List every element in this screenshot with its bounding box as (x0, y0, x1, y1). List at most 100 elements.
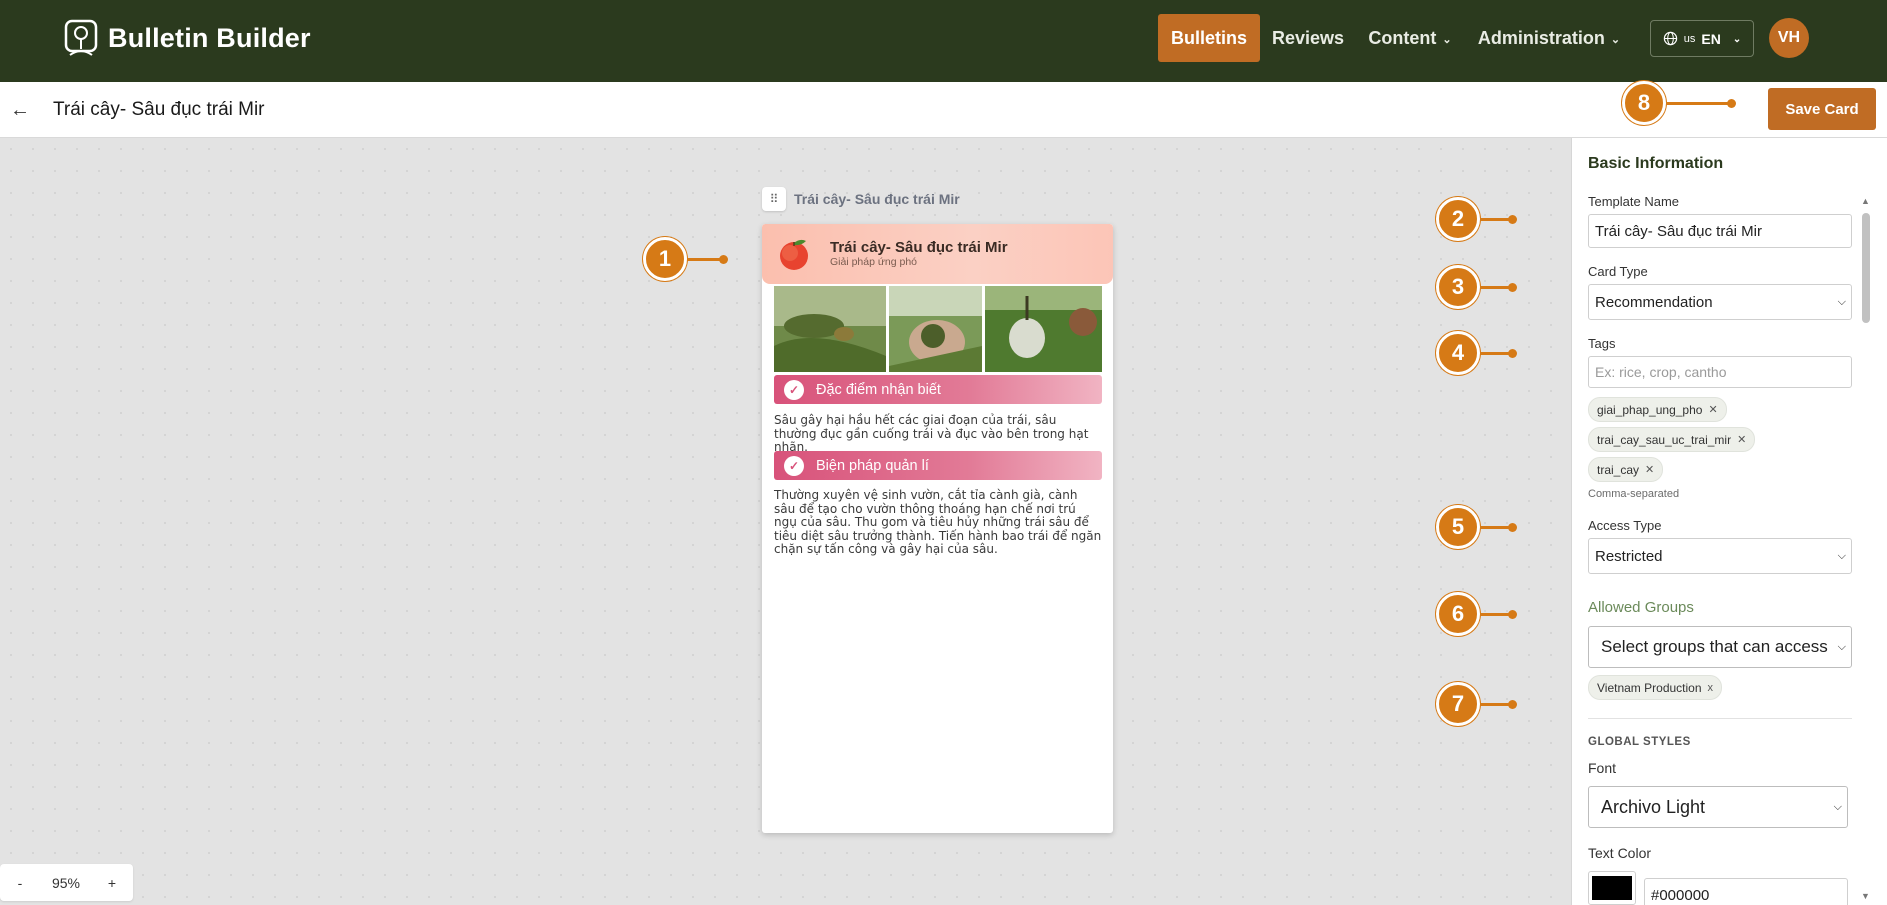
step-marker-8: 8 (1622, 81, 1736, 125)
card-image-row[interactable] (774, 286, 1102, 372)
panel-scrollbar-thumb[interactable] (1862, 213, 1870, 323)
template-name-label: Template Name (1588, 194, 1680, 209)
check-circle-icon: ✓ (784, 455, 804, 476)
chevron-down-icon: ⌄ (1610, 33, 1621, 46)
section-heading: Biện pháp quản lí (816, 457, 929, 474)
marker-dot (1508, 282, 1517, 292)
close-icon[interactable]: ✕ (1708, 403, 1717, 416)
group-chip[interactable]: Vietnam Production x (1588, 675, 1723, 700)
card-subtitle: Giải pháp ứng phó (830, 256, 918, 268)
text-color-swatch[interactable] (1588, 871, 1636, 905)
global-styles-label: GLOBAL STYLES (1588, 736, 1691, 748)
section-header-identification[interactable]: ✓ Đặc điểm nhận biết (774, 375, 1102, 404)
close-icon[interactable]: x (1708, 682, 1714, 694)
marker-dot (1727, 98, 1736, 108)
marker-line (687, 257, 721, 261)
close-icon[interactable]: ✕ (1645, 463, 1654, 476)
card-header[interactable]: Trái cây- Sâu đục trái Mir Giải pháp ứng… (762, 224, 1113, 284)
app-name: Bulletin Builder (108, 22, 311, 53)
nav-content[interactable]: Content ⌄ (1360, 14, 1460, 62)
tag-chip[interactable]: giai_phap_ung_pho ✕ (1588, 397, 1727, 422)
nav-reviews-label: Reviews (1271, 27, 1345, 48)
nav-administration[interactable]: Administration ⌄ (1474, 14, 1624, 62)
language-flag: us (1683, 32, 1696, 45)
allowed-groups-value: Select groups that can access (1601, 637, 1828, 656)
marker-dot (719, 254, 728, 264)
tag-chip[interactable]: trai_cay ✕ (1588, 457, 1664, 482)
tags-input[interactable]: Ex: rice, crop, cantho (1588, 356, 1852, 388)
text-color-input[interactable]: #000000 (1644, 878, 1848, 905)
zoom-out-button[interactable]: - (0, 875, 40, 891)
template-name-input[interactable]: Trái cây- Sâu đục trái Mir (1588, 214, 1852, 248)
section-body[interactable]: Sâu gây hại hầu hết các giai đoạn của tr… (774, 413, 1102, 455)
marker-number: 7 (1436, 682, 1480, 726)
section-header-management[interactable]: ✓ Biện pháp quản lí (774, 451, 1102, 480)
tag-chip[interactable]: trai_cay_sau_uc_trai_mir ✕ (1588, 427, 1756, 452)
card-title-input[interactable]: Trái cây- Sâu đục trái Mir (53, 95, 283, 125)
marker-dot (1508, 522, 1517, 532)
card-canvas-label: ⠿ Trái cây- Sâu đục trái Mir (762, 187, 960, 211)
chevron-down-icon: ⌄ (1732, 34, 1742, 45)
marker-number: 5 (1436, 505, 1480, 549)
app-logo[interactable]: Bulletin Builder (64, 19, 311, 57)
check-circle-icon: ✓ (784, 379, 804, 400)
marker-line (1480, 285, 1510, 289)
section-heading: Đặc điểm nhận biết (816, 381, 941, 398)
user-avatar[interactable]: VH (1769, 18, 1809, 58)
scroll-down-icon[interactable]: ▼ (1861, 891, 1870, 901)
properties-panel: Basic Information Template Name Trái cây… (1571, 138, 1887, 905)
tree-badge-icon (64, 19, 98, 56)
zoom-in-button[interactable]: + (92, 875, 132, 891)
close-icon[interactable]: ✕ (1737, 433, 1746, 446)
section-body[interactable]: Thường xuyên vệ sinh vườn, cắt tỉa cành … (774, 488, 1102, 557)
allowed-groups-select[interactable]: Select groups that can access ⌵ (1588, 626, 1852, 668)
marker-line (1480, 612, 1510, 616)
card-type-select[interactable]: Recommendation ⌵ (1588, 284, 1852, 320)
step-marker-1: 1 (643, 237, 728, 281)
editor-header: ← Trái cây- Sâu đục trái Mir Save Card (0, 82, 1887, 138)
marker-dot (1508, 609, 1517, 619)
zoom-control: - 95% + (0, 864, 133, 901)
tag-label: giai_phap_ung_pho (1597, 402, 1703, 417)
card-photo (985, 286, 1102, 372)
card-canvas-label-text: Trái cây- Sâu đục trái Mir (794, 191, 960, 207)
peach-icon (780, 239, 808, 270)
marker-line (1480, 351, 1510, 355)
step-marker-7: 7 (1436, 682, 1517, 726)
save-card-button[interactable]: Save Card (1768, 88, 1876, 130)
marker-line (1480, 525, 1510, 529)
chevron-down-icon: ⌵ (1833, 800, 1842, 813)
tags-hint: Comma-separated (1588, 488, 1680, 500)
language-selector[interactable]: us EN ⌄ (1650, 20, 1754, 57)
chevron-down-icon: ⌄ (1442, 33, 1452, 46)
drag-handle-icon[interactable]: ⠿ (762, 187, 786, 211)
nav-reviews[interactable]: Reviews (1270, 14, 1346, 62)
text-color-label: Text Color (1588, 845, 1652, 861)
step-marker-6: 6 (1436, 592, 1517, 636)
marker-number: 2 (1436, 197, 1480, 241)
scroll-up-icon[interactable]: ▲ (1861, 196, 1870, 206)
top-navbar: Bulletin Builder Bulletins Reviews Conte… (0, 0, 1887, 82)
allowed-groups-label: Allowed Groups (1588, 599, 1694, 616)
bulletin-card-preview[interactable]: Trái cây- Sâu đục trái Mir Giải pháp ứng… (762, 224, 1113, 833)
app-root: { "app": {"name": "Bulletin Builder"}, "… (0, 0, 1887, 905)
tag-label: trai_cay_sau_uc_trai_mir (1597, 432, 1732, 447)
step-marker-4: 4 (1436, 331, 1517, 375)
marker-line (1480, 217, 1510, 221)
chevron-down-icon: ⌵ (1835, 640, 1846, 654)
marker-number: 4 (1436, 331, 1480, 375)
marker-line (1666, 101, 1729, 105)
card-photo (889, 286, 982, 372)
access-type-value: Restricted (1595, 547, 1663, 565)
nav-bulletins[interactable]: Bulletins (1158, 14, 1260, 62)
font-select[interactable]: Archivo Light ⌵ (1588, 786, 1848, 828)
card-type-value: Recommendation (1595, 293, 1713, 311)
arrow-left-icon[interactable]: ← (8, 96, 32, 124)
marker-dot (1508, 699, 1517, 709)
marker-dot (1508, 214, 1517, 224)
chevron-down-icon: ⌵ (1837, 549, 1846, 562)
card-photo (774, 286, 886, 372)
language-code: EN (1701, 30, 1721, 47)
panel-heading: Basic Information (1588, 155, 1724, 172)
access-type-select[interactable]: Restricted ⌵ (1588, 538, 1852, 574)
